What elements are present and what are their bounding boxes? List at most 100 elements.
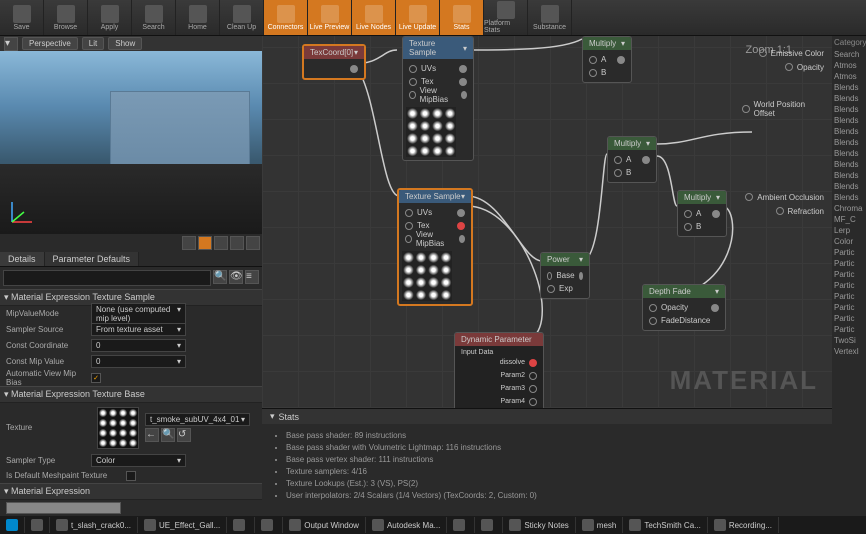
vp-tool-2[interactable] (198, 236, 212, 250)
palette-item[interactable]: Blends (832, 126, 866, 137)
details-search-input[interactable] (3, 270, 211, 286)
taskbar-app[interactable]: UE_Effect_Gall... (138, 517, 227, 533)
reset-icon[interactable]: ↺ (177, 428, 191, 442)
material-pin-world-position-offset[interactable]: World Position Offset (738, 102, 828, 116)
toolbar-apply[interactable]: Apply (88, 0, 132, 35)
section-mat-expr-tex-base[interactable]: ▾ Material Expression Texture Base (0, 386, 262, 403)
constcoord-dropdown[interactable]: 0 (91, 339, 186, 352)
taskbar-search[interactable] (25, 517, 50, 533)
constmip-dropdown[interactable]: 0 (91, 355, 186, 368)
taskbar-app[interactable] (475, 517, 503, 533)
taskbar-app[interactable]: t_slash_crack0... (50, 517, 138, 533)
expression-slider[interactable] (6, 502, 121, 514)
material-pin-opacity[interactable]: Opacity (781, 60, 828, 74)
palette-item[interactable]: Partic (832, 324, 866, 335)
taskbar-app[interactable] (227, 517, 255, 533)
node-power[interactable]: Power▾ BaseExp (540, 252, 590, 299)
palette-item[interactable]: Partic (832, 280, 866, 291)
toolbar-home[interactable]: Home (176, 0, 220, 35)
toolbar-platform-stats[interactable]: Platform Stats (484, 0, 528, 35)
palette-search[interactable]: Search (832, 49, 866, 60)
node-texture-sample-1[interactable]: Texture Sample▾ UVs Tex View MipBias (402, 36, 474, 161)
chevron-down-icon[interactable]: ▾ (463, 44, 467, 53)
palette-item[interactable]: Blends (832, 159, 866, 170)
toolbar-browse[interactable]: Browse (44, 0, 88, 35)
toolbar-search[interactable]: Search (132, 0, 176, 35)
chevron-down-icon[interactable]: ▾ (646, 139, 650, 148)
palette-item[interactable]: Lerp (832, 225, 866, 236)
chevron-down-icon[interactable]: ▾ (270, 411, 275, 422)
texture-asset-dropdown[interactable]: t_smoke_subUV_4x4_01 (145, 413, 250, 426)
lit-dropdown[interactable]: Lit (82, 37, 104, 50)
taskbar-app[interactable]: mesh (576, 517, 624, 533)
taskbar-app[interactable]: Output Window (283, 517, 366, 533)
chevron-down-icon[interactable]: ▾ (461, 192, 465, 201)
palette-item[interactable]: Chroma (832, 203, 866, 214)
toolbar-live-update[interactable]: Live Update (396, 0, 440, 35)
palette-item[interactable]: Blends (832, 137, 866, 148)
material-pin-refraction[interactable]: Refraction (772, 204, 828, 218)
palette-item[interactable]: Partic (832, 247, 866, 258)
palette-item[interactable]: Partic (832, 258, 866, 269)
palette-item[interactable]: Partic (832, 269, 866, 280)
node-texture-sample-2[interactable]: Texture Sample▾ UVs Tex View MipBias (397, 188, 473, 306)
taskbar-app[interactable]: Recording... (708, 517, 779, 533)
palette-item[interactable]: Blends (832, 192, 866, 203)
vp-tool-4[interactable] (230, 236, 244, 250)
toolbar-connectors[interactable]: Connectors (264, 0, 308, 35)
palette-item[interactable]: TwoSi (832, 335, 866, 346)
perspective-dropdown[interactable]: Perspective (22, 37, 78, 50)
taskbar-app[interactable]: Sticky Notes (503, 517, 575, 533)
node-multiply-3[interactable]: Multiply▾ AB (677, 190, 727, 237)
show-dropdown[interactable]: Show (108, 37, 142, 50)
palette-item[interactable]: Atmos (832, 60, 866, 71)
palette-item[interactable]: Partic (832, 291, 866, 302)
chevron-down-icon[interactable]: ▾ (579, 255, 583, 264)
node-dynamic-parameter[interactable]: Dynamic Parameter Input Data dissolve Pa… (454, 332, 544, 412)
chevron-down-icon[interactable]: ▾ (716, 193, 720, 202)
palette-item[interactable]: Blends (832, 170, 866, 181)
palette-item[interactable]: MF_C (832, 214, 866, 225)
tab-details[interactable]: Details (0, 252, 45, 266)
tab-parameter-defaults[interactable]: Parameter Defaults (45, 252, 140, 266)
toolbar-clean-up[interactable]: Clean Up (220, 0, 264, 35)
palette-item[interactable]: Partic (832, 313, 866, 324)
node-multiply-1[interactable]: Multiply▾ AB (582, 36, 632, 83)
vp-tool-1[interactable] (182, 236, 196, 250)
view-options-icon[interactable]: 👁 (229, 270, 243, 284)
search-icon[interactable]: 🔍 (213, 270, 227, 284)
toolbar-live-preview[interactable]: Live Preview (308, 0, 352, 35)
material-preview-viewport[interactable] (0, 51, 262, 233)
use-selected-icon[interactable]: ← (145, 428, 159, 442)
palette-item[interactable]: VertexI (832, 346, 866, 357)
toolbar-save[interactable]: Save (0, 0, 44, 35)
chevron-down-icon[interactable]: ▾ (354, 48, 358, 57)
palette-item[interactable]: Blends (832, 104, 866, 115)
palette-item[interactable]: Blends (832, 181, 866, 192)
taskbar-app[interactable]: Autodesk Ma... (366, 517, 447, 533)
samplertype-dropdown[interactable]: Color (91, 454, 186, 467)
taskbar-app[interactable] (255, 517, 283, 533)
toolbar-live-nodes[interactable]: Live Nodes (352, 0, 396, 35)
automip-checkbox[interactable] (91, 373, 101, 383)
toolbar-substance[interactable]: Substance (528, 0, 572, 35)
chevron-down-icon[interactable]: ▾ (715, 287, 719, 296)
node-multiply-2[interactable]: Multiply▾ AB (607, 136, 657, 183)
chevron-down-icon[interactable]: ▾ (621, 39, 625, 48)
palette-item[interactable]: Color (832, 236, 866, 247)
palette-item[interactable]: Blends (832, 115, 866, 126)
section-mat-expr[interactable]: ▾ Material Expression (0, 483, 262, 500)
palette-item[interactable]: Blends (832, 148, 866, 159)
vp-tool-5[interactable] (246, 236, 260, 250)
material-graph[interactable]: Zoom 1:1 MATERIAL TexCoord[0]▾ Texture S… (262, 36, 832, 516)
viewport-menu-icon[interactable]: ▾ (4, 37, 18, 51)
palette-item[interactable]: Blends (832, 82, 866, 93)
taskbar-app[interactable] (447, 517, 475, 533)
start-button[interactable] (0, 517, 25, 533)
texture-thumbnail[interactable] (97, 407, 139, 449)
taskbar-app[interactable]: TechSmith Ca... (623, 517, 707, 533)
filter-icon[interactable]: ≡ (245, 270, 259, 284)
palette-item[interactable]: Blends (832, 93, 866, 104)
material-pin-ambient-occlusion[interactable]: Ambient Occlusion (741, 190, 828, 204)
isdefault-checkbox[interactable] (126, 471, 136, 481)
